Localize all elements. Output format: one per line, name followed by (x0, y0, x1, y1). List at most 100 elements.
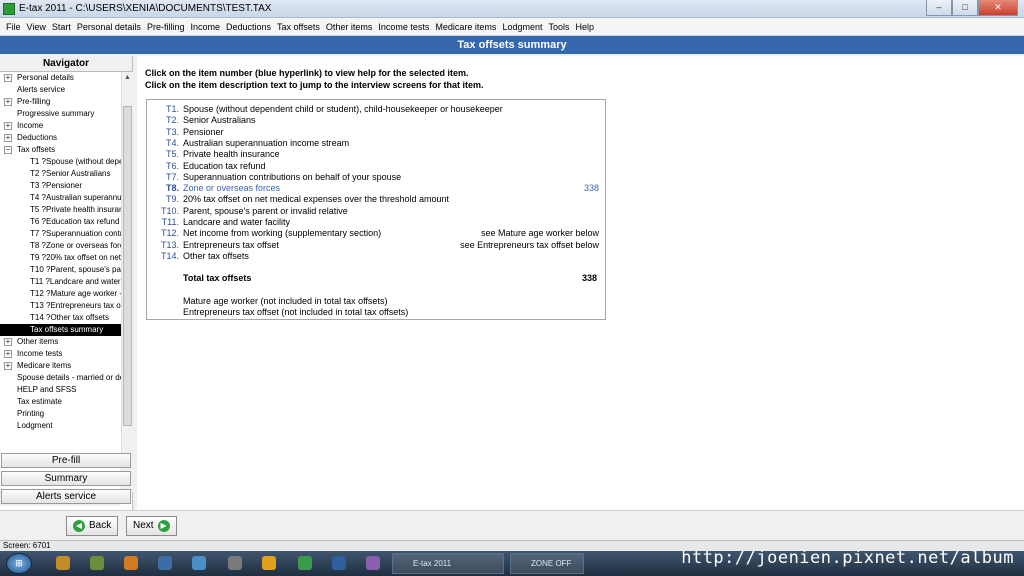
navigator-item[interactable]: + Deductions (0, 132, 121, 144)
navigator-item[interactable]: Spouse details - married or de facto (0, 372, 121, 384)
offset-description-link[interactable]: Landcare and water facility (183, 217, 290, 228)
offset-description-link[interactable]: Australian superannuation income stream (183, 138, 349, 149)
navigator-item[interactable]: T8 ?Zone or overseas forces (0, 240, 121, 252)
navigator-item[interactable]: + Medicare items (0, 360, 121, 372)
navigator-item[interactable]: + Pre-filling (0, 96, 121, 108)
menu-file[interactable]: File (3, 18, 24, 35)
expand-plus-icon[interactable]: + (4, 74, 12, 82)
offset-code-link[interactable]: T6. (151, 161, 179, 172)
scrollbar-thumb[interactable] (123, 106, 132, 426)
offset-code-link[interactable]: T1. (151, 104, 179, 115)
next-button[interactable]: Next ▶ (126, 516, 177, 536)
navigator-item[interactable]: + Other items (0, 336, 121, 348)
pre-fill-button[interactable]: Pre-fill (1, 453, 131, 468)
start-button[interactable]: ⊞ (6, 553, 32, 574)
taskbar-app-icon[interactable] (90, 556, 104, 570)
menu-view[interactable]: View (24, 18, 49, 35)
taskbar-task-etax[interactable]: E-tax 2011 (392, 553, 504, 574)
offset-code-link[interactable]: T13. (151, 240, 179, 251)
navigator-item[interactable]: Tax offsets summary (0, 324, 121, 336)
expand-plus-icon[interactable]: + (4, 122, 12, 130)
menu-personal-details[interactable]: Personal details (74, 18, 144, 35)
alerts-service-button[interactable]: Alerts service (1, 489, 131, 504)
navigator-vertical-scrollbar[interactable]: ▲ ▼ (121, 72, 133, 492)
navigator-item[interactable]: T13 ?Entrepreneurs tax offset (0, 300, 121, 312)
expand-plus-icon[interactable]: + (4, 98, 12, 106)
entrepreneurs-offset-note[interactable]: Entrepreneurs tax offset (not included i… (183, 307, 408, 317)
offset-code-link[interactable]: T5. (151, 149, 179, 160)
navigator-item[interactable]: T7 ?Superannuation contributions (0, 228, 121, 240)
navigator-item[interactable]: T2 ?Senior Australians (0, 168, 121, 180)
menu-income-tests[interactable]: Income tests (375, 18, 432, 35)
offset-description-link[interactable]: Superannuation contributions on behalf o… (183, 172, 401, 183)
menu-tax-offsets[interactable]: Tax offsets (274, 18, 323, 35)
maximize-button[interactable]: □ (952, 0, 978, 16)
offset-description-link[interactable]: Education tax refund (183, 161, 266, 172)
menu-lodgment[interactable]: Lodgment (499, 18, 545, 35)
navigator-item[interactable]: Lodgment (0, 420, 121, 432)
navigator-item[interactable]: T5 ?Private health insurance (0, 204, 121, 216)
close-button[interactable]: ✕ (978, 0, 1018, 16)
taskbar-task-zone[interactable]: ZONE OFF (510, 553, 584, 574)
offset-description-link[interactable]: Spouse (without dependent child or stude… (183, 104, 503, 115)
offset-code-link[interactable]: T3. (151, 127, 179, 138)
offset-code-link[interactable]: T2. (151, 115, 179, 126)
expand-plus-icon[interactable]: + (4, 134, 12, 142)
expand-plus-icon[interactable]: + (4, 338, 12, 346)
menu-help[interactable]: Help (572, 18, 597, 35)
navigator-item[interactable]: Tax estimate (0, 396, 121, 408)
menu-deductions[interactable]: Deductions (223, 18, 274, 35)
navigator-item[interactable]: HELP and SFSS (0, 384, 121, 396)
offset-code-link[interactable]: T8. (151, 183, 179, 194)
offset-description-link[interactable]: Zone or overseas forces (183, 183, 280, 194)
summary-button[interactable]: Summary (1, 471, 131, 486)
offset-code-link[interactable]: T11. (151, 217, 179, 228)
taskbar-app-icon[interactable] (228, 556, 242, 570)
menu-tools[interactable]: Tools (545, 18, 572, 35)
back-button[interactable]: ◀ Back (66, 516, 119, 536)
menu-start[interactable]: Start (49, 18, 74, 35)
collapse-minus-icon[interactable]: − (4, 146, 12, 154)
expand-plus-icon[interactable]: + (4, 350, 12, 358)
navigator-item[interactable]: T4 ?Australian superannuation (0, 192, 121, 204)
navigator-item[interactable]: + Income (0, 120, 121, 132)
navigator-item[interactable]: Alerts service (0, 84, 121, 96)
minimize-button[interactable]: – (926, 0, 952, 16)
taskbar-app-icon[interactable] (56, 556, 70, 570)
navigator-item[interactable]: T1 ?Spouse (without dependent (0, 156, 121, 168)
offset-description-link[interactable]: Senior Australians (183, 115, 256, 126)
offset-description-link[interactable]: 20% tax offset on net medical expenses o… (183, 194, 449, 205)
menu-medicare-items[interactable]: Medicare items (432, 18, 499, 35)
expand-plus-icon[interactable]: + (4, 362, 12, 370)
offset-description-link[interactable]: Parent, spouse's parent or invalid relat… (183, 206, 348, 217)
offset-description-link[interactable]: Entrepreneurs tax offset (183, 240, 279, 251)
navigator-item[interactable]: Progressive summary (0, 108, 121, 120)
navigator-item[interactable]: T9 ?20% tax offset on net (0, 252, 121, 264)
offset-description-link[interactable]: Other tax offsets (183, 251, 249, 262)
offset-code-link[interactable]: T9. (151, 194, 179, 205)
taskbar-app-icon[interactable] (192, 556, 206, 570)
taskbar-app-icon[interactable] (158, 556, 172, 570)
offset-code-link[interactable]: T7. (151, 172, 179, 183)
offset-code-link[interactable]: T4. (151, 138, 179, 149)
taskbar-app-icon[interactable] (366, 556, 380, 570)
offset-description-link[interactable]: Net income from working (supplementary s… (183, 228, 381, 239)
offset-code-link[interactable]: T12. (151, 228, 179, 239)
navigator-item[interactable]: Printing (0, 408, 121, 420)
navigator-item[interactable]: T11 ?Landcare and water (0, 276, 121, 288)
navigator-item[interactable]: − Tax offsets (0, 144, 121, 156)
offset-code-link[interactable]: T10. (151, 206, 179, 217)
offset-code-link[interactable]: T14. (151, 251, 179, 262)
navigator-item[interactable]: T10 ?Parent, spouse's parent (0, 264, 121, 276)
menu-other-items[interactable]: Other items (323, 18, 376, 35)
scroll-up-arrow-icon[interactable]: ▲ (124, 74, 131, 81)
offset-description-link[interactable]: Pensioner (183, 127, 224, 138)
mature-age-worker-note[interactable]: Mature age worker (not included in total… (183, 296, 387, 306)
navigator-item[interactable]: T14 ?Other tax offsets (0, 312, 121, 324)
taskbar-app-icon[interactable] (332, 556, 346, 570)
navigator-item[interactable]: T12 ?Mature age worker - (0, 288, 121, 300)
taskbar-app-icon[interactable] (298, 556, 312, 570)
navigator-item[interactable]: T3 ?Pensioner (0, 180, 121, 192)
menu-income[interactable]: Income (187, 18, 223, 35)
navigator-item[interactable]: + Income tests (0, 348, 121, 360)
